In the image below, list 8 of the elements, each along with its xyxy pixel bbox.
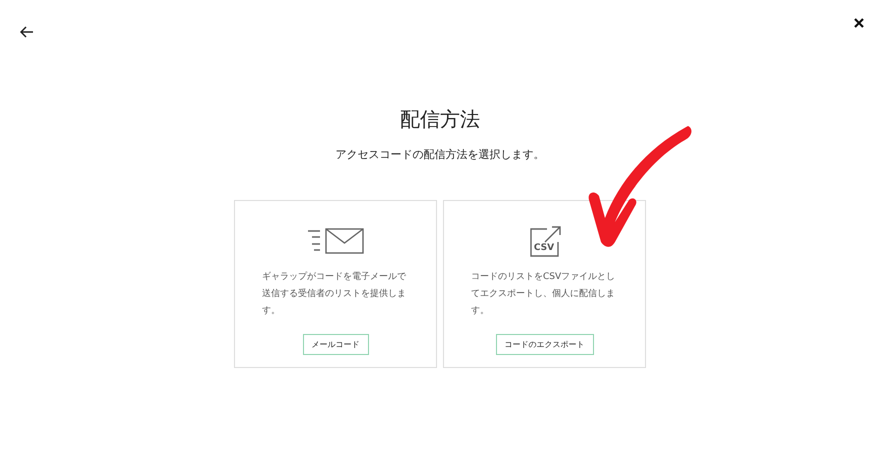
option-description: コードのリストをCSVファイルとしてエクスポートし、個人に配信します。 [470, 271, 616, 318]
dialog-title: 配信方法 [400, 106, 480, 133]
back-arrow-icon[interactable] [20, 26, 34, 38]
subtitle: アクセスコードの配信方法を選択します。 [336, 147, 544, 162]
close-icon[interactable] [854, 18, 864, 28]
option-button[interactable]: コードのエクスポート [496, 334, 594, 355]
option-description: ギャラップがコードを電子メールで送信する受信者のリストを提供します。 [261, 270, 407, 318]
option-button[interactable]: メールコード [302, 334, 368, 355]
